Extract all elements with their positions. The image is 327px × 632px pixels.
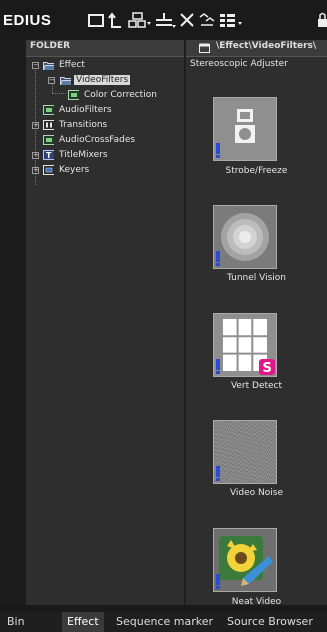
keyer-icon: [43, 165, 54, 175]
collapse-icon[interactable]: −: [48, 77, 55, 84]
properties-icon[interactable]: [198, 8, 216, 32]
effect-item-label: Video Noise: [229, 488, 284, 498]
tab-sequence-marker[interactable]: Sequence marker: [111, 612, 218, 632]
collapse-icon[interactable]: −: [32, 62, 39, 69]
toolbar: EDIUS: [0, 0, 327, 40]
folder-tree: − Effect − VideoFilters Color Correction…: [26, 57, 184, 605]
tunnel-icon: [221, 213, 269, 261]
noise-icon: [213, 420, 277, 484]
sort-icon[interactable]: [154, 8, 178, 32]
effect-item-label: Tunnel Vision: [226, 273, 286, 283]
folder-open-icon: [60, 77, 71, 85]
path-header: \Effect\VideoFilters\: [186, 40, 327, 57]
panel-tabs: Bin Effect Sequence marker Source Browse…: [0, 612, 327, 632]
tree-item-label: Keyers: [59, 165, 90, 175]
left-gutter: [0, 40, 26, 605]
folder-panel-header: FOLDER: [26, 40, 184, 57]
info-marker-icon: [216, 251, 220, 266]
app-brand: EDIUS: [3, 12, 52, 29]
effect-item-label[interactable]: Stereoscopic Adjuster: [190, 59, 288, 69]
neat-video-icon: [219, 536, 273, 586]
view-tree-icon[interactable]: [127, 8, 153, 32]
delete-icon[interactable]: [178, 8, 196, 32]
info-marker-icon: [216, 359, 220, 374]
tree-item-label: AudioCrossFades: [59, 135, 136, 145]
svg-text:T: T: [46, 151, 52, 160]
folder-icon: [199, 43, 210, 53]
effect-item-vert-detect[interactable]: S: [213, 313, 277, 377]
tree-item-label: Color Correction: [84, 90, 157, 100]
expand-icon[interactable]: +: [32, 122, 39, 129]
info-marker-icon: [216, 143, 220, 158]
transition-icon: [43, 120, 54, 130]
tree-item-label: Transitions: [59, 120, 108, 130]
tree-item-label: Effect: [59, 60, 85, 70]
folder-open-icon: [43, 62, 54, 70]
camera-icon: [235, 109, 255, 143]
s-badge-icon: S: [259, 359, 275, 375]
new-bin-icon[interactable]: [87, 8, 105, 32]
tab-effect[interactable]: Effect: [62, 612, 104, 632]
svg-text:S: S: [263, 361, 272, 375]
info-marker-icon: [216, 574, 220, 589]
filter-icon: [43, 105, 54, 115]
effect-item-label: Vert Detect: [230, 381, 283, 391]
horizontal-scrollbar[interactable]: [0, 605, 327, 612]
effect-item-neat-video[interactable]: [213, 528, 277, 592]
expand-icon[interactable]: +: [32, 167, 39, 174]
title-icon: T: [43, 150, 54, 160]
filter-icon: [43, 135, 54, 145]
folder-header-label: FOLDER: [30, 41, 71, 51]
effect-item-tunnel-vision[interactable]: [213, 205, 277, 269]
tree-item-label: TitleMixers: [59, 150, 108, 160]
tree-item-label: VideoFilters: [74, 75, 131, 85]
view-mode-icon[interactable]: [218, 8, 244, 32]
effect-item-video-noise[interactable]: [213, 420, 277, 484]
expand-icon[interactable]: +: [32, 152, 39, 159]
tab-bin[interactable]: Bin: [2, 612, 30, 632]
info-marker-icon: [216, 466, 220, 481]
effect-item-label: Strobe/Freeze: [225, 166, 288, 176]
path-label: \Effect\VideoFilters\: [216, 41, 317, 51]
up-folder-icon[interactable]: [108, 8, 124, 32]
filter-icon: [68, 90, 79, 100]
tab-source-browser[interactable]: Source Browser: [222, 612, 318, 632]
effect-item-strobe-freeze[interactable]: [213, 97, 277, 161]
tree-item-label: AudioFilters: [59, 105, 112, 115]
lock-icon[interactable]: [317, 8, 327, 32]
